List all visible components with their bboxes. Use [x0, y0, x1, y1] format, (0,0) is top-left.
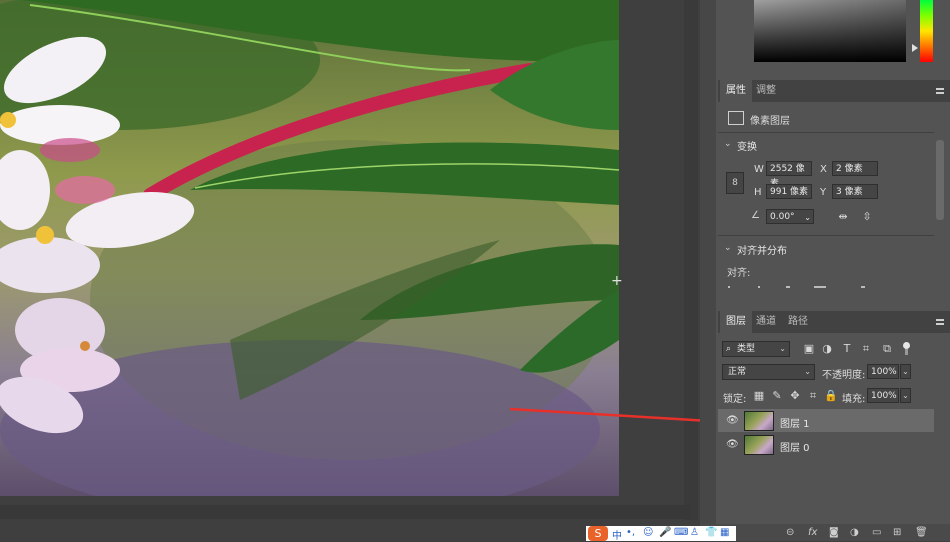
width-label: W: [754, 164, 764, 175]
folder-icon[interactable]: ▭: [872, 527, 881, 538]
height-label: H: [754, 187, 762, 198]
tab-layers[interactable]: 图层: [720, 311, 752, 333]
trash-icon[interactable]: 🗑: [915, 527, 928, 538]
lock-artboard-icon[interactable]: ⌗: [806, 389, 820, 403]
height-field[interactable]: 991 像素: [766, 184, 812, 199]
punctuation-icon[interactable]: •,: [626, 527, 635, 538]
skin-icon[interactable]: 👕: [705, 527, 717, 538]
sogou-logo-icon[interactable]: S: [588, 526, 608, 541]
angle-icon: ∠: [751, 210, 760, 221]
fill-label: 填充:: [842, 394, 866, 405]
panel-menu-icon[interactable]: [936, 88, 944, 94]
chevron-down-icon[interactable]: ⌄: [724, 139, 732, 149]
properties-scrollbar[interactable]: [936, 140, 944, 220]
filter-shape-icon[interactable]: ⌗: [859, 342, 873, 356]
filter-toggle-stem: [905, 349, 908, 355]
align-buttons-row[interactable]: [728, 285, 868, 289]
fx-icon[interactable]: fx: [808, 527, 817, 538]
transform-section-title[interactable]: 变换: [737, 138, 757, 153]
filter-smart-object-icon[interactable]: ⧉: [880, 342, 894, 356]
color-field[interactable]: [754, 0, 906, 62]
user-icon[interactable]: ♙: [690, 527, 699, 538]
tab-channels[interactable]: 通道: [750, 311, 782, 333]
canvas-crosshair-icon: +: [611, 273, 623, 289]
chevron-down-icon[interactable]: ⌄: [724, 243, 732, 253]
microphone-icon[interactable]: 🎤: [659, 527, 671, 538]
hue-slider[interactable]: [920, 0, 933, 62]
width-field[interactable]: 2552 像素: [766, 161, 812, 189]
tab-properties[interactable]: 属性: [720, 80, 752, 102]
y-label: Y: [820, 187, 827, 198]
blend-mode-value: 正常: [728, 367, 747, 377]
layer-row[interactable]: 👁 图层 0: [718, 433, 934, 456]
align-section-title[interactable]: 对齐并分布: [737, 242, 787, 257]
divider: [718, 132, 934, 133]
filter-adjustment-icon[interactable]: ◑: [820, 342, 834, 356]
flip-vertical-icon[interactable]: ⇳: [860, 210, 874, 224]
chevron-down-icon: ⌄: [804, 367, 811, 376]
angle-value: 0.00°: [770, 212, 795, 222]
opacity-chevron-icon[interactable]: ⌄: [900, 364, 911, 379]
layer-filter-value: 类型: [737, 344, 756, 354]
hue-slider-handle[interactable]: [912, 44, 918, 52]
properties-tabbar: 属性 调整: [718, 80, 950, 102]
layer-thumbnail: [744, 435, 774, 455]
divider: [718, 235, 934, 236]
opacity-field[interactable]: 100%: [867, 364, 899, 379]
adjustment-icon[interactable]: ◑: [850, 527, 859, 538]
layer-filter-dropdown[interactable]: ⌕ 类型 ⌄: [722, 341, 790, 357]
panel-gutter: [700, 0, 716, 541]
layers-bottom-toolbar: [700, 524, 950, 541]
chevron-down-icon: ⌄: [779, 344, 786, 353]
ime-mode-label[interactable]: 中: [612, 527, 622, 542]
chevron-down-icon: ⌄: [804, 213, 811, 222]
pixel-layer-icon: [728, 111, 744, 125]
x-label: X: [820, 164, 827, 175]
visibility-eye-icon[interactable]: 👁: [726, 415, 739, 426]
angle-field[interactable]: 0.00° ⌄: [766, 209, 814, 224]
x-field[interactable]: 2 像素: [832, 161, 878, 176]
lock-image-icon[interactable]: ✎: [770, 389, 784, 403]
link-dimensions-icon[interactable]: 8: [726, 172, 744, 194]
lock-position-icon[interactable]: ✥: [788, 389, 802, 403]
lock-transparent-icon[interactable]: ▦: [752, 389, 766, 403]
layer-name[interactable]: 图层 0: [780, 439, 810, 454]
visibility-eye-icon[interactable]: 👁: [726, 439, 739, 450]
layer-row[interactable]: 👁 图层 1: [718, 409, 934, 432]
align-label: 对齐:: [727, 268, 751, 279]
fill-field[interactable]: 100%: [867, 388, 899, 403]
flip-horizontal-icon[interactable]: ⇹: [836, 210, 850, 224]
y-field[interactable]: 3 像素: [832, 184, 878, 199]
filter-type-icon[interactable]: T: [840, 342, 854, 356]
mask-icon[interactable]: ◙: [829, 527, 839, 538]
toolbox-icon[interactable]: ▦: [720, 527, 729, 538]
tab-paths[interactable]: 路径: [782, 311, 814, 333]
layer-kind-label: 像素图层: [750, 116, 790, 127]
fill-chevron-icon[interactable]: ⌄: [900, 388, 911, 403]
red-arrow-annotation: [509, 407, 723, 429]
panel-menu-icon[interactable]: [936, 319, 944, 325]
lock-label: 锁定:: [723, 394, 747, 405]
layers-tabbar: 图层 通道 路径: [718, 311, 950, 333]
new-layer-icon[interactable]: ⊞: [893, 527, 901, 538]
opacity-label: 不透明度:: [822, 370, 866, 381]
layer-thumbnail: [744, 411, 774, 431]
filter-pixel-icon[interactable]: ▣: [802, 342, 816, 356]
horizontal-scrollbar[interactable]: [0, 505, 690, 519]
tab-adjustments[interactable]: 调整: [750, 80, 782, 102]
layer-name[interactable]: 图层 1: [780, 415, 810, 430]
filter-toggle-icon[interactable]: [903, 342, 910, 349]
keyboard-icon[interactable]: ⌨: [674, 527, 688, 538]
lock-all-icon[interactable]: 🔒: [824, 389, 838, 403]
link-icon[interactable]: ⊝: [786, 527, 794, 538]
search-icon: ⌕: [726, 344, 732, 354]
emoji-icon[interactable]: ☺: [643, 527, 653, 538]
blend-mode-dropdown[interactable]: 正常 ⌄: [722, 364, 815, 380]
vertical-scrollbar[interactable]: [684, 0, 698, 520]
